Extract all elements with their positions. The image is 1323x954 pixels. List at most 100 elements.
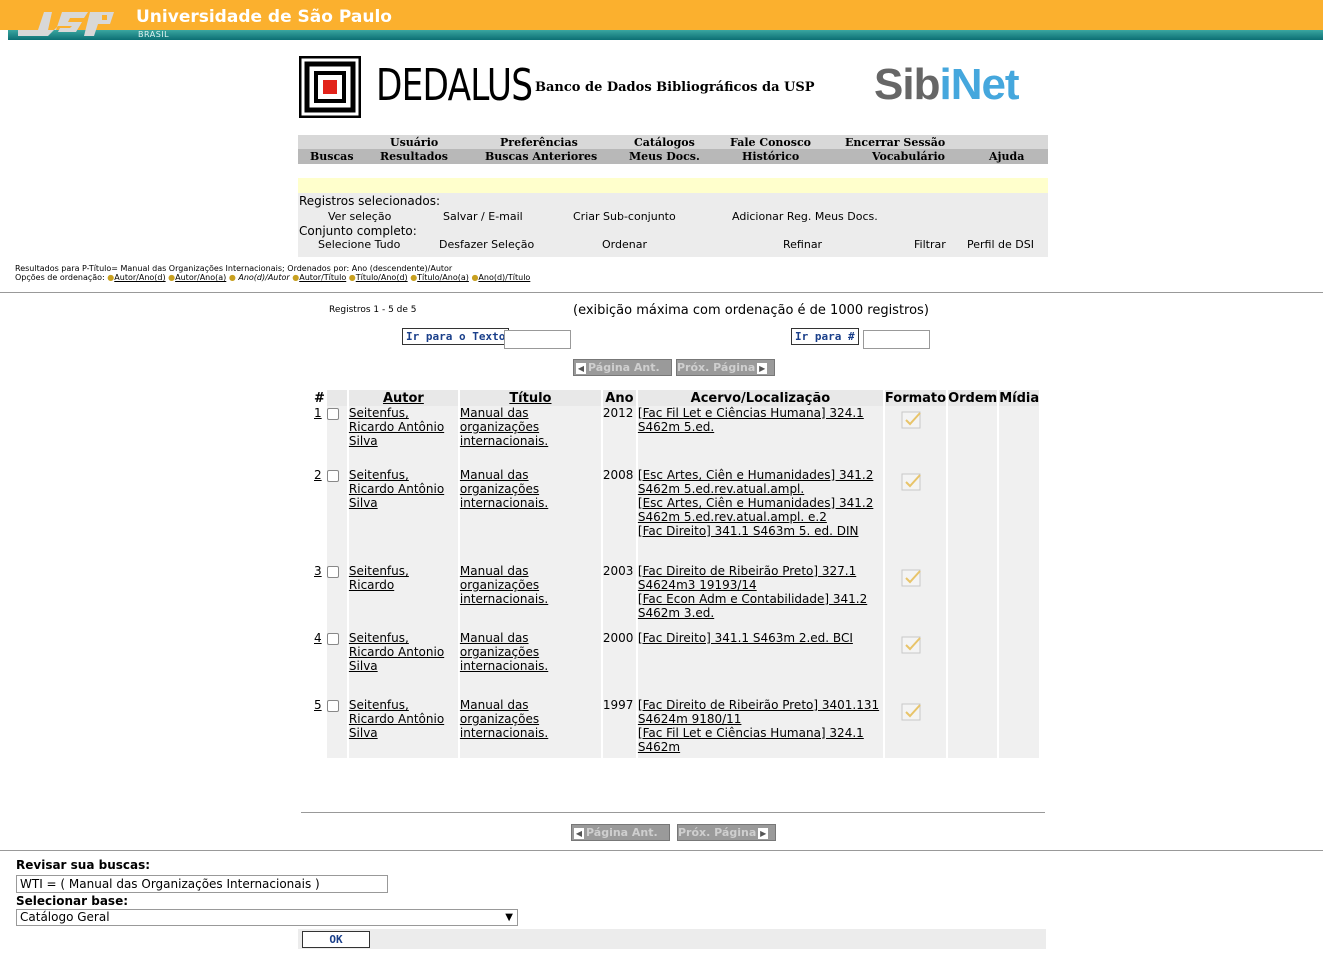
row-num[interactable]: 1 (314, 406, 325, 468)
filtrar-link[interactable]: Filtrar (914, 238, 946, 251)
row-titulo[interactable]: Manual das organizações internacionais. (459, 406, 601, 468)
nav-resultados[interactable]: Resultados (380, 150, 448, 163)
nav-historico[interactable]: Histórico (742, 150, 799, 163)
acervo-link[interactable]: [Fac Direito] 341.1 S463m 5. ed. DIN (638, 524, 883, 538)
goto-text-button[interactable]: Ir para o Texto (402, 328, 510, 345)
goto-number-button[interactable]: Ir para # (791, 328, 859, 345)
prev-page-button-bottom[interactable]: ◀ Página Ant. (571, 824, 670, 841)
row-checkbox[interactable] (326, 700, 339, 712)
row-autor-link[interactable]: Seitenfus, Ricardo (349, 564, 409, 592)
acervo-link[interactable]: [Esc Artes, Ciên e Humanidades] 341.2 S4… (638, 496, 883, 524)
row-num[interactable]: 4 (314, 631, 325, 698)
row-titulo-link[interactable]: Manual das organizações internacionais. (460, 406, 548, 448)
base-select[interactable]: Catálogo Geral ▼ (16, 909, 518, 926)
goto-text-input[interactable] (504, 330, 571, 349)
salvar-email-link[interactable]: Salvar / E-mail (443, 210, 523, 223)
desfazer-selecao-link[interactable]: Desfazer Seleção (439, 238, 534, 251)
sort-autor-anod[interactable]: Autor/Ano(d) (114, 273, 165, 282)
col-ano: Ano (602, 390, 636, 406)
nav-fale-conosco[interactable]: Fale Conosco (730, 136, 811, 149)
row-autor-link[interactable]: Seitenfus, Ricardo Antônio Silva (349, 698, 444, 740)
row-titulo-link[interactable]: Manual das organizações internacionais. (460, 698, 548, 740)
nav-buscas-anteriores[interactable]: Buscas Anteriores (485, 150, 597, 163)
row-titulo[interactable]: Manual das organizações internacionais. (459, 631, 601, 698)
next-page-button-top[interactable]: Próx. Página ▶ (676, 359, 775, 376)
nav-usuario[interactable]: Usuário (390, 136, 438, 149)
nav-buscas[interactable]: Buscas (310, 150, 354, 163)
row-num-link[interactable]: 4 (314, 631, 322, 645)
ver-selecao-link[interactable]: Ver seleção (328, 210, 391, 223)
acervo-link[interactable]: [Fac Fil Let e Ciências Humana] 324.1 S4… (638, 406, 883, 434)
refinar-link[interactable]: Refinar (783, 238, 822, 251)
sort-anod-titulo[interactable]: Ano(d)/Título (478, 273, 530, 282)
next-page-button-bottom[interactable]: Próx. Página ▶ (677, 824, 776, 841)
row-titulo[interactable]: Manual das organizações internacionais. (459, 698, 601, 758)
row-num[interactable]: 3 (314, 564, 325, 631)
row-titulo[interactable]: Manual das organizações internacionais. (459, 468, 601, 564)
row-num-link[interactable]: 1 (314, 406, 322, 420)
sibinet-part-1: Sib (874, 60, 940, 109)
acervo-link[interactable]: [Fac Direito de Ribeirão Preto] 327.1 S4… (638, 564, 883, 592)
nav-vocabulario[interactable]: Vocabulário (872, 150, 945, 163)
nav-catalogos[interactable]: Catálogos (634, 136, 695, 149)
row-num-link[interactable]: 2 (314, 468, 322, 482)
nav-preferencias[interactable]: Preferências (500, 136, 578, 149)
criar-subconjunto-link[interactable]: Criar Sub-conjunto (573, 210, 676, 223)
acervo-link[interactable]: [Fac Fil Let e Ciências Humana] 324.1 S4… (638, 726, 883, 754)
col-num: # (314, 390, 325, 406)
row-ano: 2000 (602, 631, 636, 698)
row-num-link[interactable]: 5 (314, 698, 322, 712)
selecione-tudo-link[interactable]: Selecione Tudo (318, 238, 400, 251)
row-titulo-link[interactable]: Manual das organizações internacionais. (460, 468, 548, 510)
acervo-link[interactable]: [Fac Direito de Ribeirão Preto] 3401.131… (638, 698, 883, 726)
usp-logo-icon[interactable] (18, 8, 114, 36)
acervo-link[interactable]: [Fac Econ Adm e Contabilidade] 341.2 S46… (638, 592, 883, 620)
acervo-link[interactable]: [Esc Artes, Ciên e Humanidades] 341.2 S4… (638, 468, 883, 496)
row-num[interactable]: 2 (314, 468, 325, 564)
format-icon[interactable] (901, 410, 923, 430)
row-autor[interactable]: Seitenfus, Ricardo Antônio Silva (348, 406, 458, 468)
row-titulo-link[interactable]: Manual das organizações internacionais. (460, 631, 548, 673)
row-autor-link[interactable]: Seitenfus, Ricardo Antônio Silva (349, 406, 444, 448)
acervo-link[interactable]: [Fac Direito] 341.1 S463m 2.ed. BCI (638, 631, 883, 645)
format-icon[interactable] (901, 635, 923, 655)
format-icon[interactable] (901, 702, 923, 722)
row-autor-link[interactable]: Seitenfus, Ricardo Antônio Silva (349, 468, 444, 510)
sort-titulo-anod[interactable]: Título/Ano(d) (356, 273, 408, 282)
row-num-link[interactable]: 3 (314, 564, 322, 578)
row-titulo-link[interactable]: Manual das organizações internacionais. (460, 564, 548, 606)
row-autor[interactable]: Seitenfus, Ricardo Antônio Silva (348, 468, 458, 564)
row-checkbox-cell (326, 564, 347, 631)
ok-button[interactable]: OK (302, 931, 370, 948)
col-titulo[interactable]: Título (459, 390, 601, 406)
sort-titulo-anoa[interactable]: Título/Ano(a) (417, 273, 469, 282)
ordenar-link[interactable]: Ordenar (602, 238, 647, 251)
nav-ajuda[interactable]: Ajuda (989, 150, 1024, 163)
row-checkbox-cell (326, 468, 347, 564)
goto-number-input[interactable] (863, 330, 930, 349)
row-autor[interactable]: Seitenfus, Ricardo (348, 564, 458, 631)
row-checkbox[interactable] (326, 408, 339, 420)
row-checkbox[interactable] (326, 470, 339, 482)
sort-dot-icon: ● (228, 273, 236, 282)
sort-autor-titulo[interactable]: Autor/Título (299, 273, 346, 282)
query-input[interactable]: WTI = ( Manual das Organizações Internac… (16, 875, 388, 893)
perfil-dsi-link[interactable]: Perfil de DSI (967, 238, 1034, 251)
row-autor[interactable]: Seitenfus, Ricardo Antônio Silva (348, 698, 458, 758)
col-titulo-label[interactable]: Título (509, 391, 551, 406)
format-icon[interactable] (901, 472, 923, 492)
format-icon[interactable] (901, 568, 923, 588)
row-checkbox[interactable] (326, 633, 339, 645)
row-titulo[interactable]: Manual das organizações internacionais. (459, 564, 601, 631)
nav-encerrar-sessao[interactable]: Encerrar Sessão (845, 136, 945, 149)
nav-meus-docs[interactable]: Meus Docs. (629, 150, 700, 163)
prev-page-button-top[interactable]: ◀ Página Ant. (573, 359, 672, 376)
row-num[interactable]: 5 (314, 698, 325, 758)
row-autor[interactable]: Seitenfus, Ricardo Antonio Silva (348, 631, 458, 698)
sort-autor-anoa[interactable]: Autor/Ano(a) (175, 273, 226, 282)
col-autor-label[interactable]: Autor (383, 391, 424, 406)
col-autor[interactable]: Autor (348, 390, 458, 406)
row-checkbox[interactable] (326, 566, 339, 578)
row-autor-link[interactable]: Seitenfus, Ricardo Antonio Silva (349, 631, 444, 673)
adicionar-meus-docs-link[interactable]: Adicionar Reg. Meus Docs. (732, 210, 878, 223)
